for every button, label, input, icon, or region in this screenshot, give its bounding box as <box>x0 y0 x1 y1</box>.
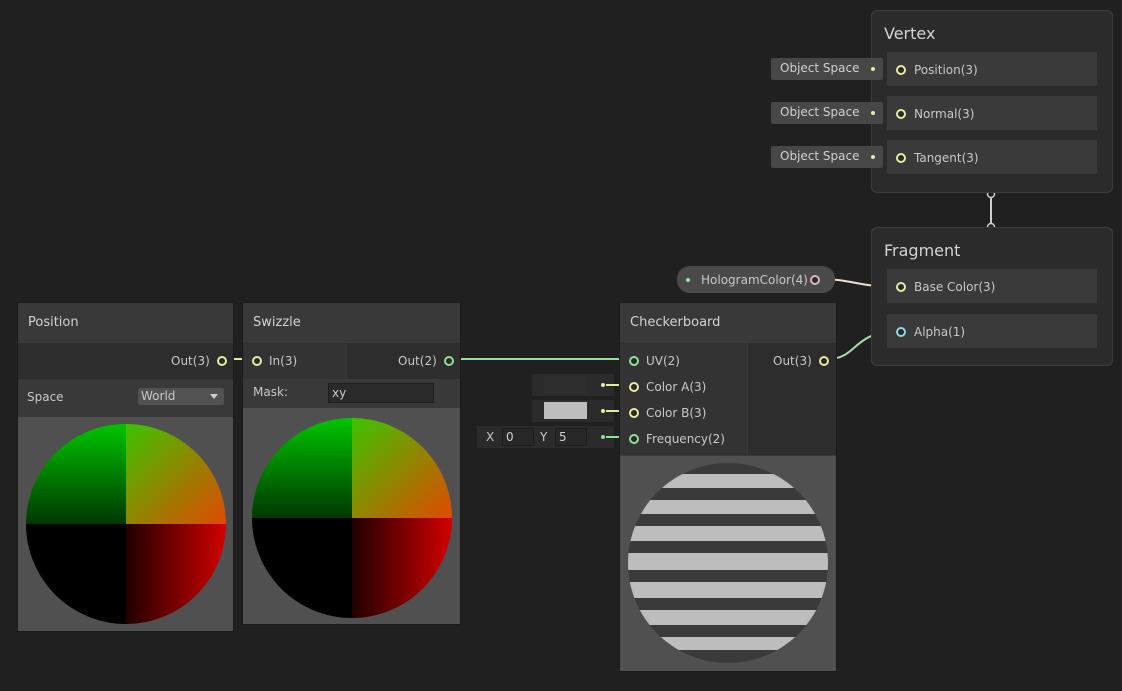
frequency-port[interactable] <box>629 434 639 444</box>
input-label: UV(2) <box>646 354 680 368</box>
input-label: Color B(3) <box>646 406 707 420</box>
inputs-column: UV(2) Color A(3) Color B(3) Frequency(2) <box>620 343 747 455</box>
outputs-column: Out(3) <box>748 343 836 455</box>
checkerboard-preview <box>620 456 836 671</box>
output-label: Out(3) <box>773 354 812 368</box>
uv-port[interactable] <box>629 356 639 366</box>
node-header[interactable]: Checkerboard <box>620 303 836 344</box>
color-a-port[interactable] <box>629 382 639 392</box>
inline-edges <box>606 384 632 438</box>
node-title: Checkerboard <box>630 315 721 330</box>
checkerboard-node[interactable]: Checkerboard UV(2) Color A(3) Color B(3)… <box>619 302 837 672</box>
preview-sphere <box>628 463 828 663</box>
out-port[interactable] <box>819 356 829 366</box>
color-b-port[interactable] <box>629 408 639 418</box>
input-label: Color A(3) <box>646 380 707 394</box>
input-label: Frequency(2) <box>646 432 725 446</box>
